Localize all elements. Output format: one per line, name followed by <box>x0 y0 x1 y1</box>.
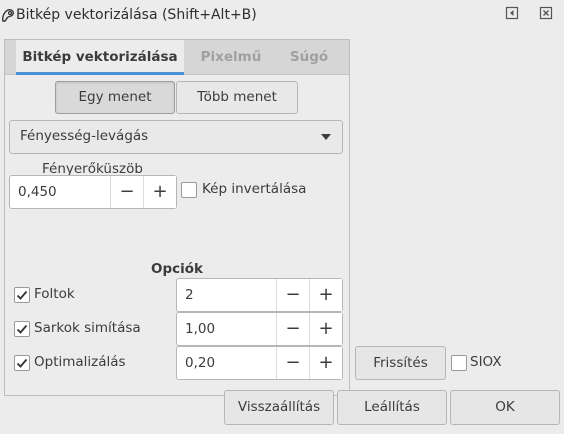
optimize-increment-button[interactable]: + <box>309 347 342 379</box>
multi-pass-toggle[interactable]: Több menet <box>176 81 298 114</box>
smooth-corners-input[interactable]: 1,00 <box>177 313 276 345</box>
single-pass-toggle[interactable]: Egy menet <box>55 81 175 114</box>
siox-checkbox[interactable] <box>451 355 467 371</box>
checkmark-icon <box>16 358 28 368</box>
threshold-decrement-button[interactable]: − <box>110 176 143 208</box>
options-heading: Opciók <box>151 261 204 277</box>
close-button[interactable] <box>539 6 553 20</box>
smooth-corners-decrement-button[interactable]: − <box>276 313 309 345</box>
dropdown-arrow-icon <box>321 134 331 140</box>
invert-image-label[interactable]: Kép invertálása <box>202 181 306 197</box>
smooth-corners-checkbox[interactable] <box>14 321 30 337</box>
checkmark-icon <box>16 324 28 334</box>
optimize-checkbox[interactable] <box>14 355 30 371</box>
optimize-decrement-button[interactable]: − <box>276 347 309 379</box>
siox-label[interactable]: SIOX <box>470 354 502 370</box>
close-icon <box>539 6 553 20</box>
optimize-input[interactable]: 0,20 <box>177 347 276 379</box>
speckles-label[interactable]: Foltok <box>34 286 75 302</box>
tab-help[interactable]: Súgó <box>280 40 338 75</box>
tab-pixelart[interactable]: Pixelmű <box>190 40 272 75</box>
ok-button[interactable]: OK <box>450 390 560 425</box>
reset-button[interactable]: Visszaállítás <box>224 390 334 425</box>
speckles-input[interactable]: 2 <box>177 279 276 311</box>
method-combo-value: Fényesség-levágás <box>20 128 149 144</box>
threshold-increment-button[interactable]: + <box>143 176 176 208</box>
restore-button[interactable] <box>505 6 519 20</box>
stop-button[interactable]: Leállítás <box>337 390 447 425</box>
window-title: Bitkép vektorizálása (Shift+Alt+B) <box>16 7 257 23</box>
restore-icon <box>505 6 519 20</box>
speckles-increment-button[interactable]: + <box>309 279 342 311</box>
speckles-checkbox[interactable] <box>14 287 30 303</box>
threshold-input[interactable]: 0,450 <box>10 176 110 208</box>
smooth-corners-increment-button[interactable]: + <box>309 313 342 345</box>
invert-image-checkbox[interactable] <box>181 182 197 198</box>
active-tab-indicator <box>16 72 184 75</box>
speckles-decrement-button[interactable]: − <box>276 279 309 311</box>
app-icon <box>1 8 15 23</box>
checkmark-icon <box>16 290 28 300</box>
optimize-label[interactable]: Optimalizálás <box>34 354 126 370</box>
smooth-corners-label[interactable]: Sarkok simítása <box>34 320 141 336</box>
refresh-button[interactable]: Frissítés <box>355 346 446 380</box>
tab-bitmap-vectorize[interactable]: Bitkép vektorizálása <box>16 40 184 75</box>
